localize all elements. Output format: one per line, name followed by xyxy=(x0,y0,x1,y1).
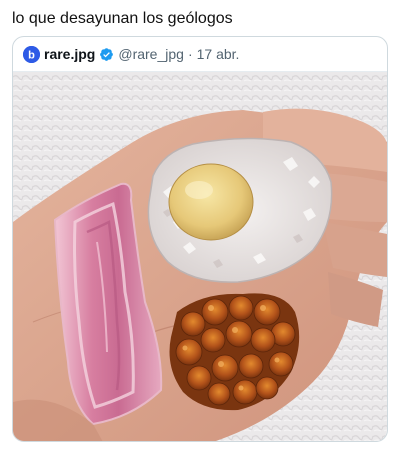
author-name[interactable]: rare.jpg xyxy=(44,46,95,62)
quoted-tweet-card[interactable]: b rare.jpg @rare_jpg · 17 abr. xyxy=(12,36,388,442)
avatar[interactable]: b xyxy=(23,45,40,63)
post-caption: lo que desayunan los geólogos xyxy=(12,10,233,27)
separator-dot: · xyxy=(187,46,193,62)
hand-holding-minerals-photo xyxy=(13,72,387,441)
author-handle[interactable]: @rare_jpg xyxy=(118,46,184,62)
tweet-photo[interactable] xyxy=(13,71,387,441)
tweet-date[interactable]: 17 abr. xyxy=(197,46,240,62)
quoted-tweet-header: b rare.jpg @rare_jpg · 17 abr. xyxy=(23,45,239,63)
verified-badge-icon xyxy=(100,47,114,61)
blue-logo-b-icon: b xyxy=(23,45,40,63)
svg-text:b: b xyxy=(28,49,35,61)
